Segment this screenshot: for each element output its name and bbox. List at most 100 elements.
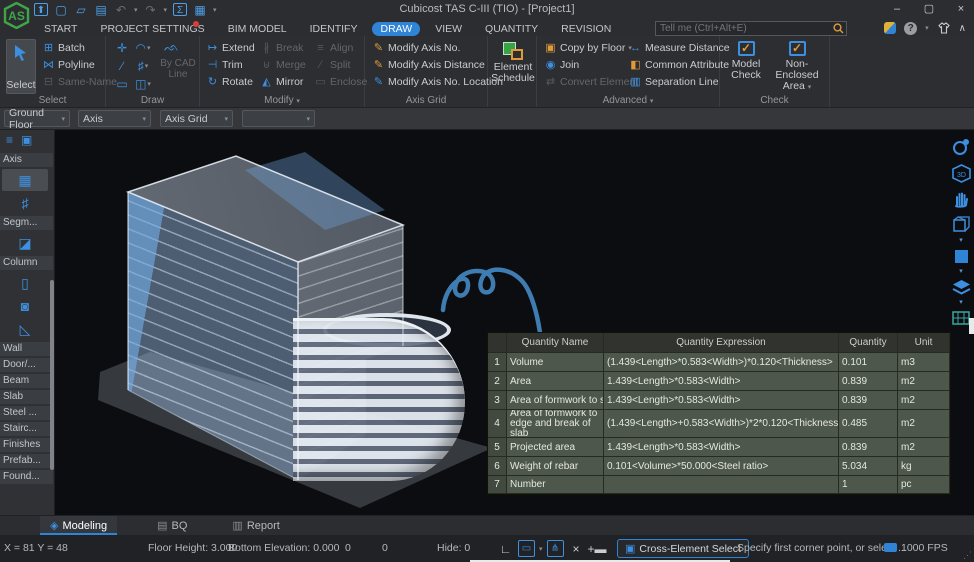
- merge-button[interactable]: ⊎Merge: [258, 56, 308, 73]
- theme-shirt-icon[interactable]: [937, 22, 951, 34]
- draw-pick-button[interactable]: ◫▾: [132, 75, 154, 93]
- add-layer-icon[interactable]: +▬: [589, 540, 606, 557]
- resize-grip[interactable]: ⋰: [963, 550, 972, 561]
- sidebar-group-column[interactable]: Column: [0, 256, 53, 270]
- zoom-extents-button[interactable]: [950, 214, 972, 236]
- sidebar-scrollbar[interactable]: [50, 280, 54, 470]
- enclose-button[interactable]: ▭Enclose: [312, 73, 369, 90]
- sidebar-group-prefab[interactable]: Prefab...: [0, 454, 53, 468]
- align-button[interactable]: ≡Align: [312, 39, 369, 56]
- extra-select[interactable]: ▾: [242, 110, 315, 127]
- orbit-view-button[interactable]: [950, 136, 972, 158]
- mirror-button[interactable]: ◭Mirror: [258, 73, 308, 90]
- column-tool[interactable]: ▯: [2, 272, 48, 294]
- by-cad-line-button[interactable]: By CAD Line: [158, 58, 198, 80]
- draw-arc-button[interactable]: ◠▾: [132, 39, 154, 57]
- sidebar-group-door[interactable]: Door/...: [0, 358, 53, 372]
- tab-view[interactable]: VIEW: [427, 22, 470, 36]
- sidebar-group-wall[interactable]: Wall: [0, 342, 53, 356]
- layers-button[interactable]: [950, 276, 972, 298]
- viewbar-caret-icon[interactable]: ▾: [959, 238, 963, 243]
- draw-point-button[interactable]: ✛: [112, 39, 132, 57]
- table-row[interactable]: 4 Area of formwork to edge and break of …: [488, 410, 950, 438]
- break-button[interactable]: ∦Break: [258, 39, 308, 56]
- column-shape-tool[interactable]: ◙: [2, 295, 48, 317]
- modify-axis-distance-button[interactable]: ✎Modify Axis Distance: [370, 56, 505, 73]
- table-row[interactable]: 1 Volume (1.439<Length>*0.583<Width>)*0.…: [488, 353, 950, 372]
- rotate-button[interactable]: ↻Rotate: [204, 73, 257, 90]
- clear-selection-icon[interactable]: ×: [568, 540, 585, 557]
- grid-caret-icon[interactable]: ▾: [959, 300, 963, 305]
- element-select[interactable]: Axis Grid▾: [160, 110, 233, 127]
- close-button[interactable]: ×: [952, 3, 970, 15]
- table-row[interactable]: 7 Number 1 pc: [488, 476, 950, 494]
- cross-element-select-button[interactable]: ▣ Cross-Element Select: [617, 539, 749, 558]
- maximize-button[interactable]: ▢: [920, 2, 938, 15]
- sidebar-group-finishes[interactable]: Finishes: [0, 438, 53, 452]
- non-enclosed-area-button[interactable]: ✓ Non-Enclosed Area ▾: [768, 41, 826, 93]
- tab-modeling[interactable]: ◈ Modeling: [40, 516, 117, 535]
- axis-grid-tool[interactable]: ▦: [2, 169, 48, 191]
- selection-mode-caret-icon[interactable]: ▾: [539, 545, 543, 553]
- selection-mode-icon[interactable]: ▭: [518, 540, 535, 557]
- table-row[interactable]: 6 Weight of rebar 0.101<Volume>*50.000<S…: [488, 457, 950, 476]
- pan-button[interactable]: [950, 188, 972, 210]
- help-caret-icon[interactable]: ▾: [925, 24, 929, 32]
- tab-project-settings[interactable]: PROJECT SETTINGS: [92, 22, 212, 36]
- extend-button[interactable]: ↦Extend: [204, 39, 257, 56]
- minimize-button[interactable]: –: [888, 3, 906, 15]
- draw-rect-button[interactable]: ▭: [112, 75, 132, 93]
- ortho-icon[interactable]: ∟: [497, 540, 514, 557]
- view-3d-button[interactable]: 3D: [950, 162, 972, 184]
- segment-tool[interactable]: ◪: [2, 232, 48, 254]
- tab-report[interactable]: ▥ Report: [222, 516, 289, 535]
- sidebar-group-foundation[interactable]: Found...: [0, 470, 53, 484]
- modify-axis-no-button[interactable]: ✎Modify Axis No.: [370, 39, 505, 56]
- sidebar-group-steel[interactable]: Steel ...: [0, 406, 53, 420]
- table-row[interactable]: 5 Projected area 1.439<Length>*0.583<Wid…: [488, 438, 950, 457]
- split-button[interactable]: ∕Split: [312, 56, 369, 73]
- sidebar-group-staircase[interactable]: Stairc...: [0, 422, 53, 436]
- element-schedule-button[interactable]: Element Schedule: [491, 42, 535, 84]
- list-view-icon[interactable]: ≡: [6, 133, 13, 147]
- table-row[interactable]: 3 Area of formwork to s... 1.439<Length>…: [488, 391, 950, 410]
- collapse-ribbon-icon[interactable]: ∧: [959, 23, 966, 34]
- tab-bq[interactable]: ▤ BQ: [147, 516, 197, 535]
- secondary-axis-tool[interactable]: ♯: [2, 192, 48, 214]
- canvas-scroll-thumb[interactable]: [969, 318, 974, 334]
- tab-start[interactable]: START: [36, 22, 85, 36]
- search-input[interactable]: [655, 21, 847, 36]
- advanced-caret-icon[interactable]: ▾: [650, 98, 654, 105]
- sidebar-group-axis[interactable]: Axis: [0, 153, 53, 167]
- common-attribute-button[interactable]: ◧Common Attribute: [627, 56, 732, 73]
- separation-line-button[interactable]: ▥Separation Line: [627, 73, 732, 90]
- tab-identify[interactable]: IDENTIFY: [302, 22, 366, 36]
- model-viewport[interactable]: Quantity Name Quantity Expression Quanti…: [55, 130, 974, 515]
- column-wedge-tool[interactable]: ◺: [2, 318, 48, 340]
- tab-draw[interactable]: DRAW: [372, 22, 420, 36]
- table-row[interactable]: 2 Area 1.439<Length>*0.583<Width> 0.839 …: [488, 372, 950, 391]
- element-link-icon[interactable]: ⋔: [547, 540, 564, 557]
- tab-quantity[interactable]: QUANTITY: [477, 22, 546, 36]
- trim-button[interactable]: ⊣Trim: [204, 56, 257, 73]
- feedback-icon[interactable]: [884, 22, 896, 34]
- convert-element-button[interactable]: ⇄Convert Element: [542, 73, 640, 90]
- draw-line-button[interactable]: ∕: [112, 57, 132, 75]
- modify-caret-icon[interactable]: ▾: [296, 98, 300, 105]
- modify-axis-no-location-button[interactable]: ✎Modify Axis No. Location: [370, 73, 505, 90]
- category-select[interactable]: Axis▾: [78, 110, 151, 127]
- help-icon[interactable]: ?: [904, 22, 917, 35]
- measure-distance-button[interactable]: ↔Measure Distance: [627, 39, 732, 56]
- panel-view-icon[interactable]: ▣: [21, 133, 32, 147]
- search-icon[interactable]: [833, 23, 844, 34]
- join-button[interactable]: ◉Join: [542, 56, 640, 73]
- sidebar-group-segment[interactable]: Segm...: [0, 216, 53, 230]
- tab-bim-model[interactable]: BIM MODEL: [220, 22, 295, 36]
- draw-axis-button[interactable]: ♯▾: [132, 57, 154, 75]
- model-check-button[interactable]: ✓ Model Check: [726, 41, 766, 81]
- copy-by-floor-button[interactable]: ▣Copy by Floor▾: [542, 39, 640, 56]
- tab-revision[interactable]: REVISION: [553, 22, 619, 36]
- select-button[interactable]: Select: [6, 39, 36, 94]
- sidebar-group-slab[interactable]: Slab: [0, 390, 53, 404]
- layers-caret-icon[interactable]: ▾: [959, 269, 963, 274]
